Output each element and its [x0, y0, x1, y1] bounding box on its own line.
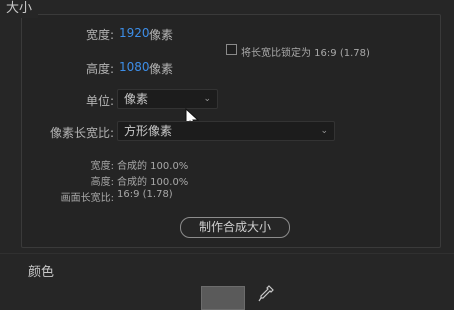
height-unit: 像素 [149, 62, 174, 76]
lock-aspect-checkbox[interactable] [226, 44, 237, 55]
eyedropper-icon[interactable] [258, 285, 274, 303]
width-label: 宽度: [85, 28, 114, 42]
info-height-value: 合成的 100.0% [117, 177, 189, 188]
chevron-down-icon: ⌄ [203, 94, 211, 104]
height-label: 高度: [85, 62, 114, 76]
chevron-down-icon: ⌄ [320, 126, 328, 136]
unit-select[interactable]: 像素 ⌄ [117, 89, 218, 109]
section-divider [0, 253, 454, 254]
info-width-label: 宽度: [90, 161, 114, 172]
info-frame-aspect-label: 画面长宽比: [60, 193, 114, 204]
info-width-value: 合成的 100.0% [117, 161, 189, 172]
pixel-aspect-select[interactable]: 方形像素 ⌄ [117, 121, 335, 141]
unit-select-value: 像素 [124, 92, 149, 106]
color-swatch[interactable] [201, 286, 245, 310]
info-height-label: 高度: [90, 177, 114, 188]
color-section-title: 颜色 [28, 265, 55, 280]
width-value[interactable]: 1920 [119, 26, 150, 40]
size-section-title: 大小 [0, 0, 39, 18]
lock-aspect-label: 将长宽比锁定为 16:9 (1.78) [241, 48, 370, 59]
unit-label: 单位: [85, 94, 114, 108]
make-comp-size-button[interactable]: 制作合成大小 [180, 217, 290, 238]
pixel-aspect-select-value: 方形像素 [124, 124, 173, 138]
height-value[interactable]: 1080 [119, 60, 150, 74]
pixel-aspect-label: 像素长宽比: [49, 126, 114, 140]
width-unit: 像素 [149, 28, 174, 42]
info-frame-aspect-value: 16:9 (1.78) [117, 189, 173, 200]
